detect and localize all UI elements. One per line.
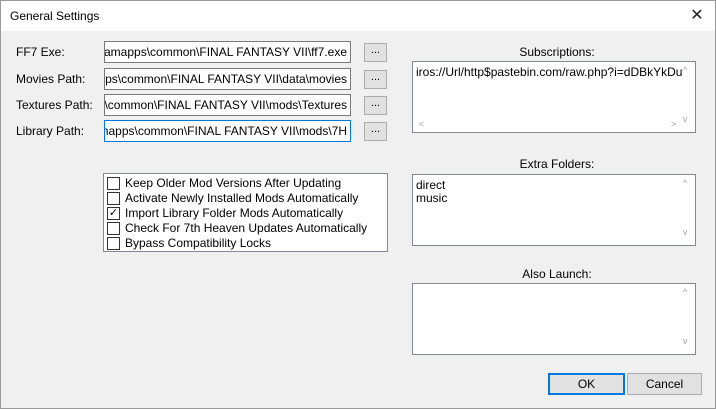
checkbox[interactable]: [107, 222, 120, 235]
checkbox[interactable]: [107, 192, 120, 205]
scroll-down-icon[interactable]: v: [683, 337, 688, 346]
movies-path-field[interactable]: napps\common\FINAL FANTASY VII\data\movi…: [104, 68, 351, 90]
extra-folder-line: music: [416, 191, 448, 205]
textures-path-label: Textures Path:: [16, 98, 93, 112]
textures-path-value: ɔps\common\FINAL FANTASY VII\mods\Textur…: [104, 98, 347, 112]
library-path-value: eamapps\common\FINAL FANTASY VII\mods\7H: [104, 124, 347, 138]
option-label: Import Library Folder Mods Automatically: [125, 206, 344, 220]
general-settings-dialog: General Settings ✕ FF7 Exe: \steamapps\c…: [0, 0, 716, 409]
cancel-button[interactable]: Cancel: [627, 373, 702, 395]
extra-folders-textbox[interactable]: direct music ^ v: [412, 174, 696, 246]
movies-path-browse-button[interactable]: ...: [364, 70, 387, 89]
title-bar[interactable]: General Settings ✕: [1, 1, 715, 31]
scroll-right-icon[interactable]: >: [671, 120, 676, 129]
movies-path-value: napps\common\FINAL FANTASY VII\data\movi…: [104, 72, 347, 86]
scroll-up-icon[interactable]: ^: [683, 179, 687, 188]
scroll-down-icon[interactable]: v: [683, 115, 688, 124]
library-path-field[interactable]: eamapps\common\FINAL FANTASY VII\mods\7H: [104, 120, 351, 142]
library-path-label: Library Path:: [16, 124, 85, 138]
textures-path-field[interactable]: ɔps\common\FINAL FANTASY VII\mods\Textur…: [104, 94, 351, 116]
textures-path-browse-button[interactable]: ...: [364, 96, 387, 115]
ok-button[interactable]: OK: [548, 373, 625, 395]
also-launch-label: Also Launch:: [522, 267, 592, 281]
checkbox[interactable]: [107, 237, 120, 250]
close-icon[interactable]: ✕: [685, 5, 709, 27]
subscription-line: iros://Url/http$pastebin.com/raw.php?i=d…: [416, 65, 683, 79]
extra-folder-line: direct: [416, 178, 446, 192]
scroll-up-icon[interactable]: ^: [683, 288, 687, 297]
ff7-exe-value: \steamapps\common\FINAL FANTASY VII\ff7.…: [104, 45, 347, 59]
scroll-down-icon[interactable]: v: [683, 228, 688, 237]
check-icon: ✓: [108, 207, 119, 219]
option-label: Keep Older Mod Versions After Updating: [125, 176, 342, 190]
option-label: Check For 7th Heaven Updates Automatical…: [125, 221, 368, 235]
window-title: General Settings: [10, 9, 100, 23]
ff7-exe-browse-button[interactable]: ...: [364, 43, 387, 62]
subscriptions-label: Subscriptions:: [519, 45, 595, 59]
scroll-left-icon[interactable]: <: [419, 120, 424, 129]
checkbox-checked[interactable]: ✓: [107, 207, 120, 220]
scroll-up-icon[interactable]: ^: [683, 66, 687, 75]
subscriptions-textbox[interactable]: iros://Url/http$pastebin.com/raw.php?i=d…: [412, 61, 696, 133]
ff7-exe-label: FF7 Exe:: [16, 45, 65, 59]
ff7-exe-field[interactable]: \steamapps\common\FINAL FANTASY VII\ff7.…: [104, 41, 351, 63]
also-launch-textbox[interactable]: ^ v: [412, 283, 696, 355]
option-label: Activate Newly Installed Mods Automatica…: [125, 191, 359, 205]
options-checklist: Keep Older Mod Versions After Updating A…: [103, 173, 388, 252]
option-label: Bypass Compatibility Locks: [125, 236, 272, 250]
movies-path-label: Movies Path:: [16, 72, 86, 86]
extra-folders-label: Extra Folders:: [519, 157, 595, 171]
checkbox[interactable]: [107, 177, 120, 190]
library-path-browse-button[interactable]: ...: [364, 122, 387, 141]
